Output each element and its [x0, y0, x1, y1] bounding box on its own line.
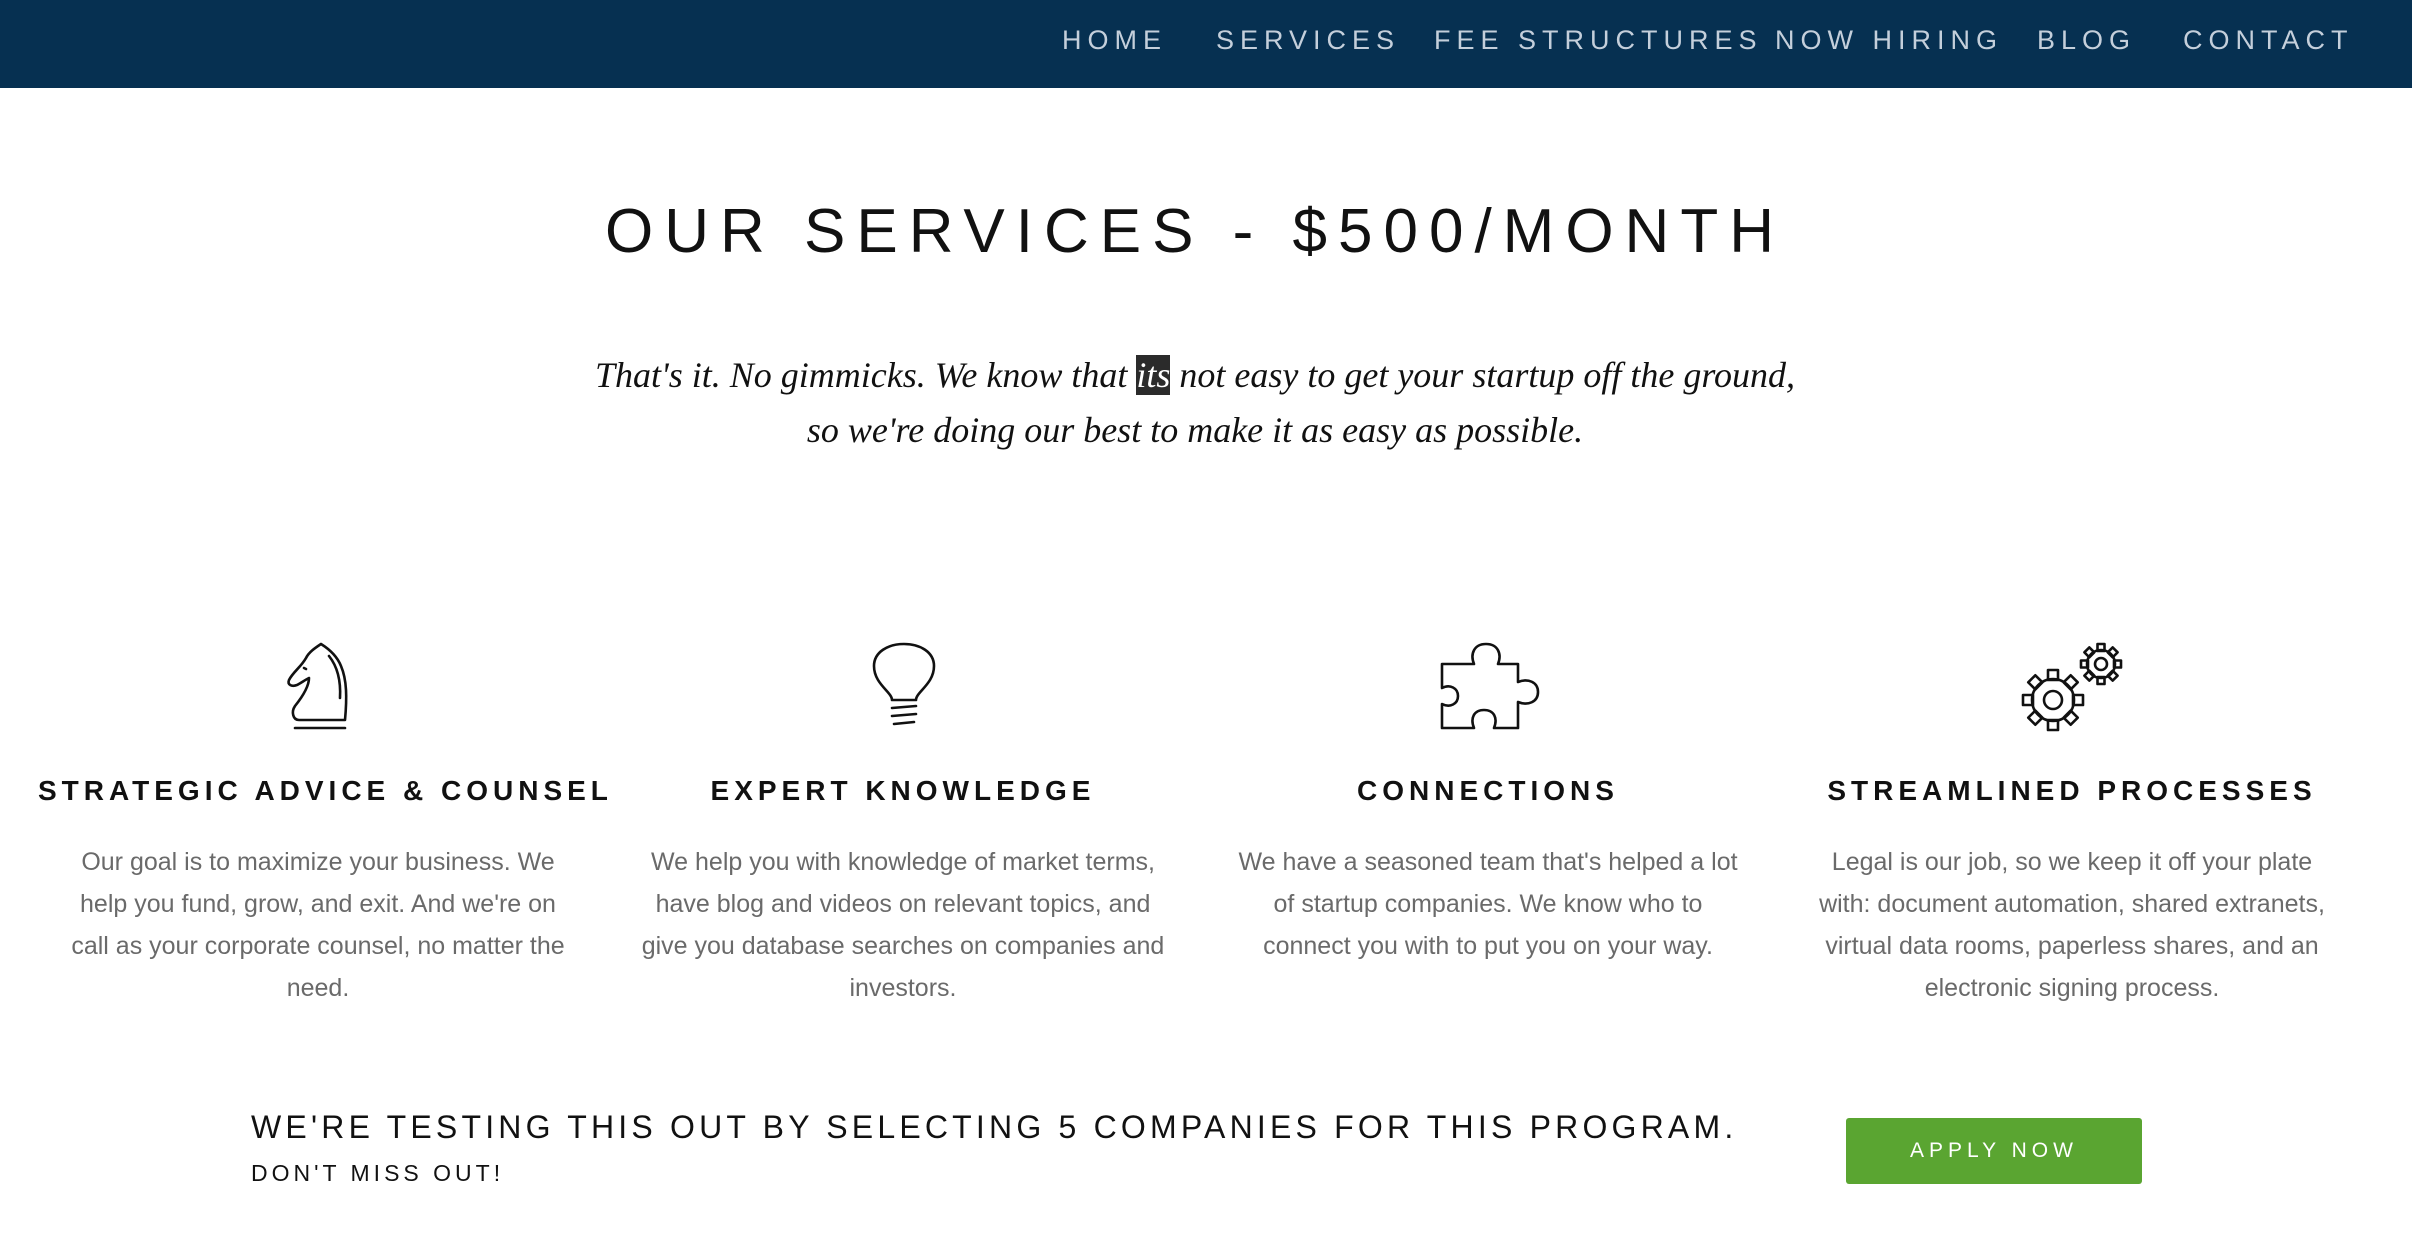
top-navbar: HOME SERVICES FEE STRUCTURES NOW HIRING … [0, 0, 2412, 88]
feature-heading-expert-knowledge: EXPERT KNOWLEDGE [710, 775, 1096, 806]
feature-text-streamlined-processes: Legal is our job, so we keep it off your… [1819, 848, 2325, 1002]
intro-text-start: That's it. No gimmicks. We know that [594, 355, 1137, 395]
feature-heading-connections: CONNECTIONS [1357, 775, 1619, 806]
nav-blog-link[interactable]: BLOG [2037, 20, 2136, 60]
feature-text-strategic-advice: Our goal is to maximize your business. W… [71, 848, 565, 1002]
feature-text-expert-knowledge: We help you with knowledge of market ter… [641, 848, 1165, 1002]
nav-services-link[interactable]: SERVICES [1216, 20, 1400, 60]
cta-headline: WE'RE TESTING THIS OUT BY SELECTING 5 CO… [251, 1109, 1738, 1145]
intro-paragraph: That's it. No gimmicks. We know that its… [586, 348, 1804, 458]
feature-text-connections: We have a seasoned team that's helped a … [1238, 848, 1738, 960]
selected-text-highlight: its [1136, 355, 1171, 395]
cta-subline: DON'T MISS OUT! [251, 1160, 505, 1186]
nav-home-link[interactable]: HOME [1062, 20, 1167, 60]
nav-fee-structures-link[interactable]: FEE STRUCTURES [1434, 20, 1763, 60]
puzzle-piece-icon [1428, 640, 1548, 736]
apply-now-button[interactable]: APPLY NOW [1846, 1118, 2142, 1184]
lightbulb-icon [844, 640, 964, 736]
feature-heading-streamlined-processes: STREAMLINED PROCESSES [1827, 775, 2317, 806]
nav-now-hiring-link[interactable]: NOW HIRING [1775, 20, 2003, 60]
gears-icon [2013, 640, 2133, 736]
feature-heading-strategic-advice: STRATEGIC ADVICE & COUNSEL [38, 775, 613, 806]
nav-contact-link[interactable]: CONTACT [2183, 20, 2354, 60]
page-title: OUR SERVICES - $500/MONTH [605, 197, 1785, 266]
chess-knight-icon [259, 640, 379, 736]
